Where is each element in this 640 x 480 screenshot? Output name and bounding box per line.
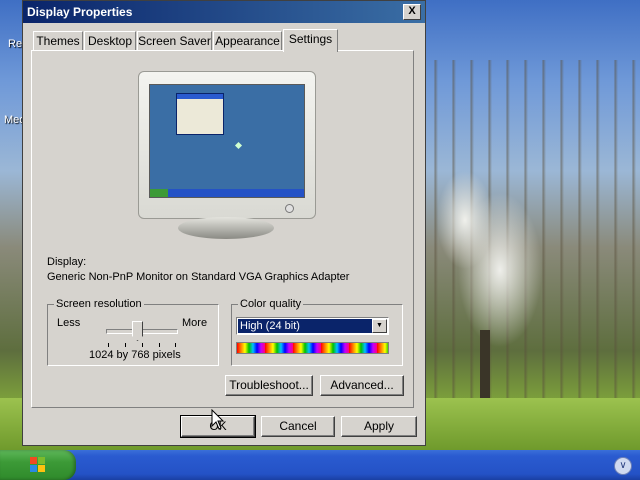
mouse-pointer-icon — [211, 409, 225, 430]
color-quality-select[interactable]: High (24 bit) ▼ — [236, 317, 389, 335]
blossom-trees — [420, 60, 640, 400]
display-label: Display: — [47, 256, 87, 268]
tab-themes[interactable]: Themes — [33, 31, 83, 50]
tab-screen-saver[interactable]: Screen Saver — [137, 31, 212, 50]
preview-start-button — [150, 189, 168, 197]
preview-taskbar — [150, 189, 304, 197]
display-value: Generic Non-PnP Monitor on Standard VGA … — [47, 271, 350, 283]
slider-tick — [159, 343, 160, 347]
tab-desktop[interactable]: Desktop — [84, 31, 136, 50]
preview-window — [176, 93, 224, 135]
monitor-preview — [138, 71, 316, 219]
slider-more-label: More — [182, 317, 208, 329]
dropdown-arrow-icon[interactable]: ▼ — [372, 319, 387, 333]
resolution-value: 1024 by 768 pixels — [89, 349, 181, 361]
slider-less-label: Less — [57, 317, 81, 329]
tab-appearance[interactable]: Appearance — [213, 31, 282, 50]
color-quality-group: Color quality High (24 bit) ▼ — [231, 298, 403, 366]
cancel-button[interactable]: Cancel — [261, 416, 335, 437]
title-bar[interactable]: Display Properties X — [23, 1, 425, 23]
slider-tick — [125, 343, 126, 347]
color-quality-selected: High (24 bit) — [238, 319, 372, 333]
apply-button[interactable]: Apply — [341, 416, 417, 437]
preview-cursor-icon — [234, 141, 243, 150]
desktop-icon-label[interactable]: Re — [8, 38, 22, 50]
settings-panel: Display: Generic Non-PnP Monitor on Stan… — [31, 50, 414, 408]
color-spectrum-bar — [236, 342, 389, 354]
start-button[interactable] — [0, 450, 76, 480]
chevron-down-icon[interactable]: ∨ — [614, 457, 632, 475]
group-title: Color quality — [238, 298, 304, 310]
monitor-stand — [178, 217, 274, 239]
slider-tick — [142, 343, 143, 347]
display-properties-dialog: Display Properties X Themes Desktop Scre… — [22, 0, 426, 446]
screen-resolution-group: Screen resolution Less More 1024 by 768 … — [47, 298, 219, 366]
monitor-screen — [149, 84, 305, 198]
troubleshoot-button[interactable]: Troubleshoot... — [225, 375, 313, 396]
close-button[interactable]: X — [403, 4, 421, 20]
slider-tick — [175, 343, 176, 347]
taskbar — [0, 450, 640, 480]
resolution-slider-thumb[interactable] — [132, 321, 143, 341]
advanced-button[interactable]: Advanced... — [320, 375, 404, 396]
dialog-title: Display Properties — [27, 5, 133, 19]
slider-tick — [108, 343, 109, 347]
tab-settings[interactable]: Settings — [283, 29, 338, 52]
power-button-icon — [285, 204, 294, 213]
windows-logo-icon — [30, 457, 46, 473]
group-title: Screen resolution — [54, 298, 144, 310]
